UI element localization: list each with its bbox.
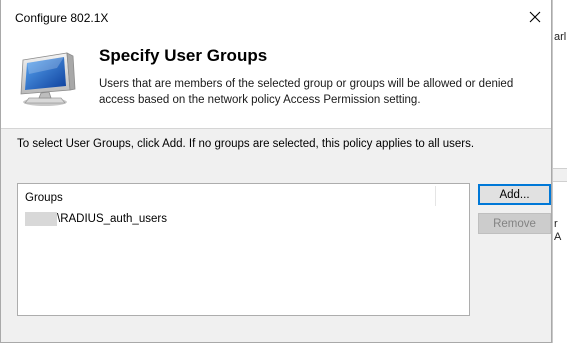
background-text: arl bbox=[554, 31, 567, 43]
remove-button[interactable]: Remove bbox=[478, 213, 551, 234]
redacted-domain bbox=[25, 212, 57, 226]
groups-column-header[interactable]: Groups bbox=[18, 184, 469, 207]
page-title: Specify User Groups bbox=[99, 46, 268, 65]
groups-list[interactable]: Groups \RADIUS_auth_users bbox=[17, 183, 470, 316]
background-text: r bbox=[554, 218, 558, 230]
instruction-text: To select User Groups, click Add. If no … bbox=[17, 138, 475, 150]
configure-dialog: Configure 802.1X Specify User Groups Use… bbox=[0, 0, 552, 343]
dialog-title: Configure 802.1X bbox=[15, 11, 109, 25]
groups-column-label: Groups bbox=[25, 192, 63, 204]
close-button[interactable] bbox=[519, 4, 551, 30]
header-description: Users that are members of the selected g… bbox=[99, 78, 514, 106]
column-divider[interactable] bbox=[435, 186, 436, 206]
title-bar: Configure 802.1X bbox=[1, 0, 551, 32]
group-name: \RADIUS_auth_users bbox=[57, 213, 167, 225]
close-icon bbox=[529, 11, 541, 23]
monitor-icon bbox=[20, 52, 76, 106]
header-panel: Specify User Groups Users that are membe… bbox=[1, 32, 551, 129]
list-item[interactable]: \RADIUS_auth_users bbox=[25, 211, 167, 227]
background-bar bbox=[553, 168, 567, 182]
background-text: A bbox=[554, 231, 562, 243]
background-window-edge: arl r A bbox=[552, 0, 567, 343]
add-button[interactable]: Add... bbox=[478, 184, 551, 205]
